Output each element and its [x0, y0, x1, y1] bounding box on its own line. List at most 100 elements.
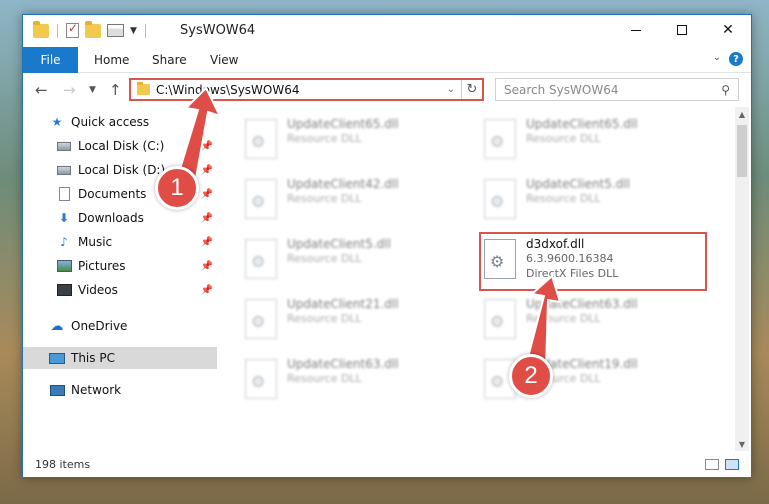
file-name: UpdateClient5.dll [526, 177, 630, 191]
file-item[interactable]: ⚙ UpdateClient5.dll Resource DLL [245, 237, 465, 289]
forward-arrow-icon[interactable]: → [63, 81, 76, 99]
pictures-icon [56, 260, 72, 272]
pin-icon[interactable]: 📌 [201, 189, 213, 200]
pin-icon[interactable]: 📌 [201, 141, 213, 152]
pin-icon[interactable]: 📌 [201, 237, 213, 248]
nav-item-label: Music [78, 235, 113, 249]
address-bar[interactable]: C:\Windows\SysWOW64 ⌄ ↻ [129, 78, 484, 101]
up-arrow-icon[interactable]: ↑ [109, 81, 122, 99]
address-dropdown-chevron-icon[interactable]: ⌄ [447, 84, 455, 95]
scroll-down-arrow-icon[interactable]: ▼ [735, 437, 749, 451]
videos-icon [56, 284, 72, 296]
maximize-icon [677, 25, 687, 35]
gear-icon: ⚙ [490, 372, 505, 391]
file-item[interactable]: ⚙ UpdateClient63.dll Resource DLL [245, 357, 465, 409]
quick-access-toolbar: ▼ [33, 20, 148, 38]
step2-badge: 2 [509, 354, 553, 398]
tab-home[interactable]: Home [94, 53, 129, 67]
nav-item-local-disk-c[interactable]: Local Disk (C:) 📌 [23, 135, 217, 157]
file-item[interactable]: ⚙ UpdateClient21.dll Resource DLL [245, 297, 465, 349]
recent-locations-chevron-icon[interactable]: ▼ [89, 85, 96, 95]
nav-item-label: This PC [71, 351, 115, 365]
dll-file-icon: ⚙ [484, 179, 516, 219]
nav-item-label: Documents [78, 187, 147, 201]
dll-file-icon: ⚙ [245, 359, 277, 399]
nav-item-pictures[interactable]: Pictures 📌 [23, 255, 217, 277]
dll-file-icon: ⚙ [484, 119, 516, 159]
details-view-icon[interactable] [705, 459, 719, 470]
gear-icon: ⚙ [251, 372, 266, 391]
this-pc-icon [49, 352, 65, 364]
refresh-icon[interactable]: ↻ [461, 80, 482, 99]
file-name: UpdateClient63.dll [287, 357, 399, 371]
title-bar: ▼ SysWOW64 ✕ [23, 15, 751, 47]
tab-view[interactable]: View [210, 53, 238, 67]
dll-file-icon: ⚙ [245, 299, 277, 339]
nav-item-network[interactable]: Network [23, 379, 217, 401]
nav-item-downloads[interactable]: ⬇ Downloads 📌 [23, 207, 217, 229]
tab-share[interactable]: Share [152, 53, 187, 67]
window-controls: ✕ [613, 15, 751, 45]
close-button[interactable]: ✕ [705, 15, 751, 45]
dll-file-icon: ⚙ [245, 119, 277, 159]
nav-item-videos[interactable]: Videos 📌 [23, 279, 217, 301]
file-item[interactable]: ⚙ UpdateClient42.dll Resource DLL [245, 177, 465, 229]
nav-item-label: Local Disk (C:) [78, 139, 165, 153]
maximize-button[interactable] [659, 15, 705, 45]
collapse-ribbon-chevron-icon[interactable]: ⌄ [713, 52, 721, 63]
nav-item-label: Pictures [78, 259, 126, 273]
new-folder-icon[interactable] [85, 20, 101, 38]
file-item[interactable]: ⚙ UpdateClient5.dll Resource DLL [484, 177, 704, 229]
item-count: 198 items [35, 458, 91, 471]
file-name: UpdateClient65.dll [287, 117, 399, 131]
search-input[interactable]: Search SysWOW64 [504, 83, 721, 97]
properties-check-icon[interactable] [66, 21, 79, 38]
toolbar-divider [57, 23, 58, 38]
minimize-icon [631, 29, 641, 31]
file-item[interactable]: ⚙ UpdateClient65.dll Resource DLL [484, 117, 704, 169]
folder-icon [137, 82, 150, 95]
toolbar-divider [144, 23, 146, 38]
disk-icon [57, 141, 71, 151]
file-type: Resource DLL [287, 132, 362, 145]
dll-file-icon: ⚙ [484, 299, 516, 339]
scrollbar-thumb[interactable] [737, 125, 747, 177]
nav-item-music[interactable]: ♪ Music 📌 [23, 231, 217, 253]
back-arrow-icon[interactable]: ← [35, 81, 48, 99]
file-name: UpdateClient63.dll [526, 297, 638, 311]
status-bar: 198 items [23, 453, 751, 477]
tab-file[interactable]: File [23, 47, 78, 73]
tiles-view-icon[interactable] [725, 459, 739, 470]
properties-icon[interactable] [107, 24, 124, 37]
customize-toolbar-chevron-icon[interactable]: ▼ [130, 26, 137, 36]
gear-icon: ⚙ [251, 252, 266, 271]
pin-icon[interactable]: 📌 [201, 285, 213, 296]
file-name: UpdateClient5.dll [287, 237, 391, 251]
file-item[interactable]: ⚙ UpdateClient63.dll Resource DLL [484, 297, 704, 349]
nav-item-quick-access[interactable]: ★ Quick access [23, 111, 217, 133]
dll-file-icon: ⚙ [245, 179, 277, 219]
pin-icon[interactable]: 📌 [201, 261, 213, 272]
pin-icon[interactable]: 📌 [201, 165, 213, 176]
vertical-scrollbar[interactable]: ▲ ▼ [735, 107, 749, 451]
nav-item-onedrive[interactable]: ☁ OneDrive [23, 315, 217, 337]
search-box[interactable]: Search SysWOW64 ⚲ [495, 78, 739, 101]
minimize-button[interactable] [613, 15, 659, 45]
navigation-pane: ★ Quick access Local Disk (C:) 📌 Local D… [23, 111, 217, 451]
help-icon[interactable]: ? [729, 52, 743, 66]
onedrive-icon: ☁ [50, 318, 64, 334]
star-icon: ★ [51, 115, 63, 129]
close-icon: ✕ [722, 22, 734, 38]
gear-icon: ⚙ [251, 312, 266, 331]
gear-icon: ⚙ [251, 132, 266, 151]
file-item[interactable]: ⚙ UpdateClient65.dll Resource DLL [245, 117, 465, 169]
file-type: Resource DLL [526, 132, 601, 145]
file-type: Resource DLL [526, 192, 601, 205]
nav-item-label: Local Disk (D:) [78, 163, 166, 177]
address-path[interactable]: C:\Windows\SysWOW64 [156, 83, 447, 97]
nav-item-this-pc[interactable]: This PC [23, 347, 217, 369]
scroll-up-arrow-icon[interactable]: ▲ [735, 107, 749, 121]
pin-icon[interactable]: 📌 [201, 213, 213, 224]
file-name: UpdateClient65.dll [526, 117, 638, 131]
disk-icon [57, 165, 71, 175]
